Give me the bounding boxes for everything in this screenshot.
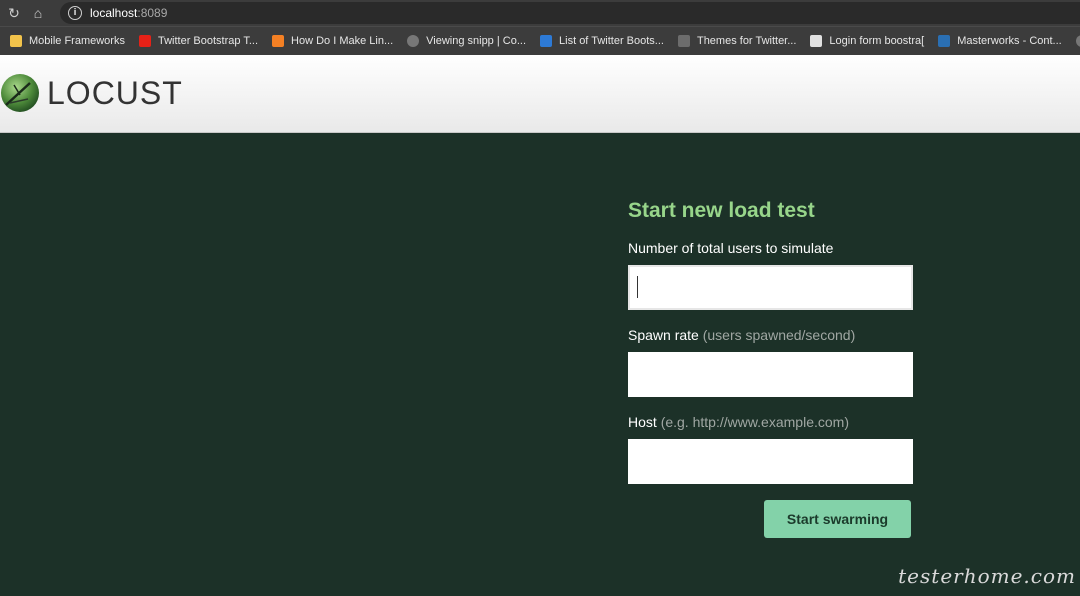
users-label-text: Number of total users to simulate (628, 240, 834, 256)
host-hint: (e.g. http://www.example.com) (660, 414, 849, 430)
spawn-rate-label: Spawn rate (users spawned/second) (628, 327, 918, 343)
start-swarming-button[interactable]: Start swarming (764, 500, 911, 538)
bookmark-label: List of Twitter Boots... (559, 35, 664, 47)
host-input[interactable] (628, 439, 913, 484)
bookmark-item[interactable]: List of Twitter Boots... (540, 35, 664, 47)
bookmark-item[interactable]: FormBuilder (1075, 35, 1080, 47)
site-icon (540, 35, 553, 47)
bookmark-label: Themes for Twitter... (696, 35, 797, 47)
bookmark-item[interactable]: Mobile Frameworks (10, 35, 125, 47)
url-host: localhost (90, 6, 138, 20)
bookmark-label: How Do I Make Lin... (291, 35, 394, 47)
bookmarks-bar: Mobile Frameworks Twitter Bootstrap T... H… (0, 26, 1080, 55)
bookmark-label: Mobile Frameworks (29, 35, 125, 47)
spawn-rate-hint: (users spawned/second) (702, 327, 856, 343)
folder-icon (10, 35, 22, 47)
globe-icon (1075, 35, 1080, 47)
bookmark-label: Login form boostra[ (829, 35, 925, 47)
text-caret (637, 276, 638, 298)
bookmark-item[interactable]: Masterworks - Cont... (938, 35, 1062, 47)
address-bar[interactable]: i localhost:8089 (60, 2, 1080, 24)
new-test-form: Start new load test Number of total user… (628, 199, 918, 538)
users-label: Number of total users to simulate (628, 240, 918, 256)
globe-icon (407, 35, 420, 47)
url-port: :8089 (137, 6, 168, 20)
bookmark-label: Twitter Bootstrap T... (157, 35, 259, 47)
bookmark-item[interactable]: How Do I Make Lin... (272, 35, 393, 47)
stackoverflow-icon (272, 35, 285, 47)
watermark: testerhome.com (898, 564, 1076, 588)
home-icon[interactable]: ⌂ (28, 3, 48, 23)
host-label: Host (e.g. http://www.example.com) (628, 414, 918, 430)
page-icon (810, 35, 823, 47)
users-input[interactable] (628, 265, 913, 310)
form-title: Start new load test (628, 199, 815, 222)
main-content: Start new load test Number of total user… (0, 133, 1080, 596)
url-text[interactable]: localhost:8089 (90, 6, 167, 20)
host-label-text: Host (628, 414, 657, 430)
browser-toolbar: ↻ ⌂ i localhost:8089 (0, 0, 1080, 26)
site-icon (938, 35, 951, 47)
bookmark-label: Viewing snipp | Co... (426, 35, 527, 47)
bookmark-item[interactable]: Viewing snipp | Co... (407, 35, 526, 47)
reload-icon[interactable]: ↻ (4, 3, 24, 23)
logo-text: LOCUST (47, 75, 183, 111)
spawn-rate-label-text: Spawn rate (628, 327, 699, 343)
bookmark-item[interactable]: Twitter Bootstrap T... (138, 35, 259, 47)
bookmark-label: Masterworks - Cont... (957, 35, 1062, 47)
bootstrap-icon (677, 35, 690, 47)
info-icon[interactable]: i (68, 6, 82, 20)
app-header: LOCUST (0, 55, 1080, 133)
youtube-icon (138, 35, 151, 47)
locust-logo-icon (1, 74, 39, 112)
bookmark-item[interactable]: Themes for Twitter... (677, 35, 797, 47)
bookmark-item[interactable]: Login form boostra[ (810, 35, 924, 47)
spawn-rate-input[interactable] (628, 352, 913, 397)
